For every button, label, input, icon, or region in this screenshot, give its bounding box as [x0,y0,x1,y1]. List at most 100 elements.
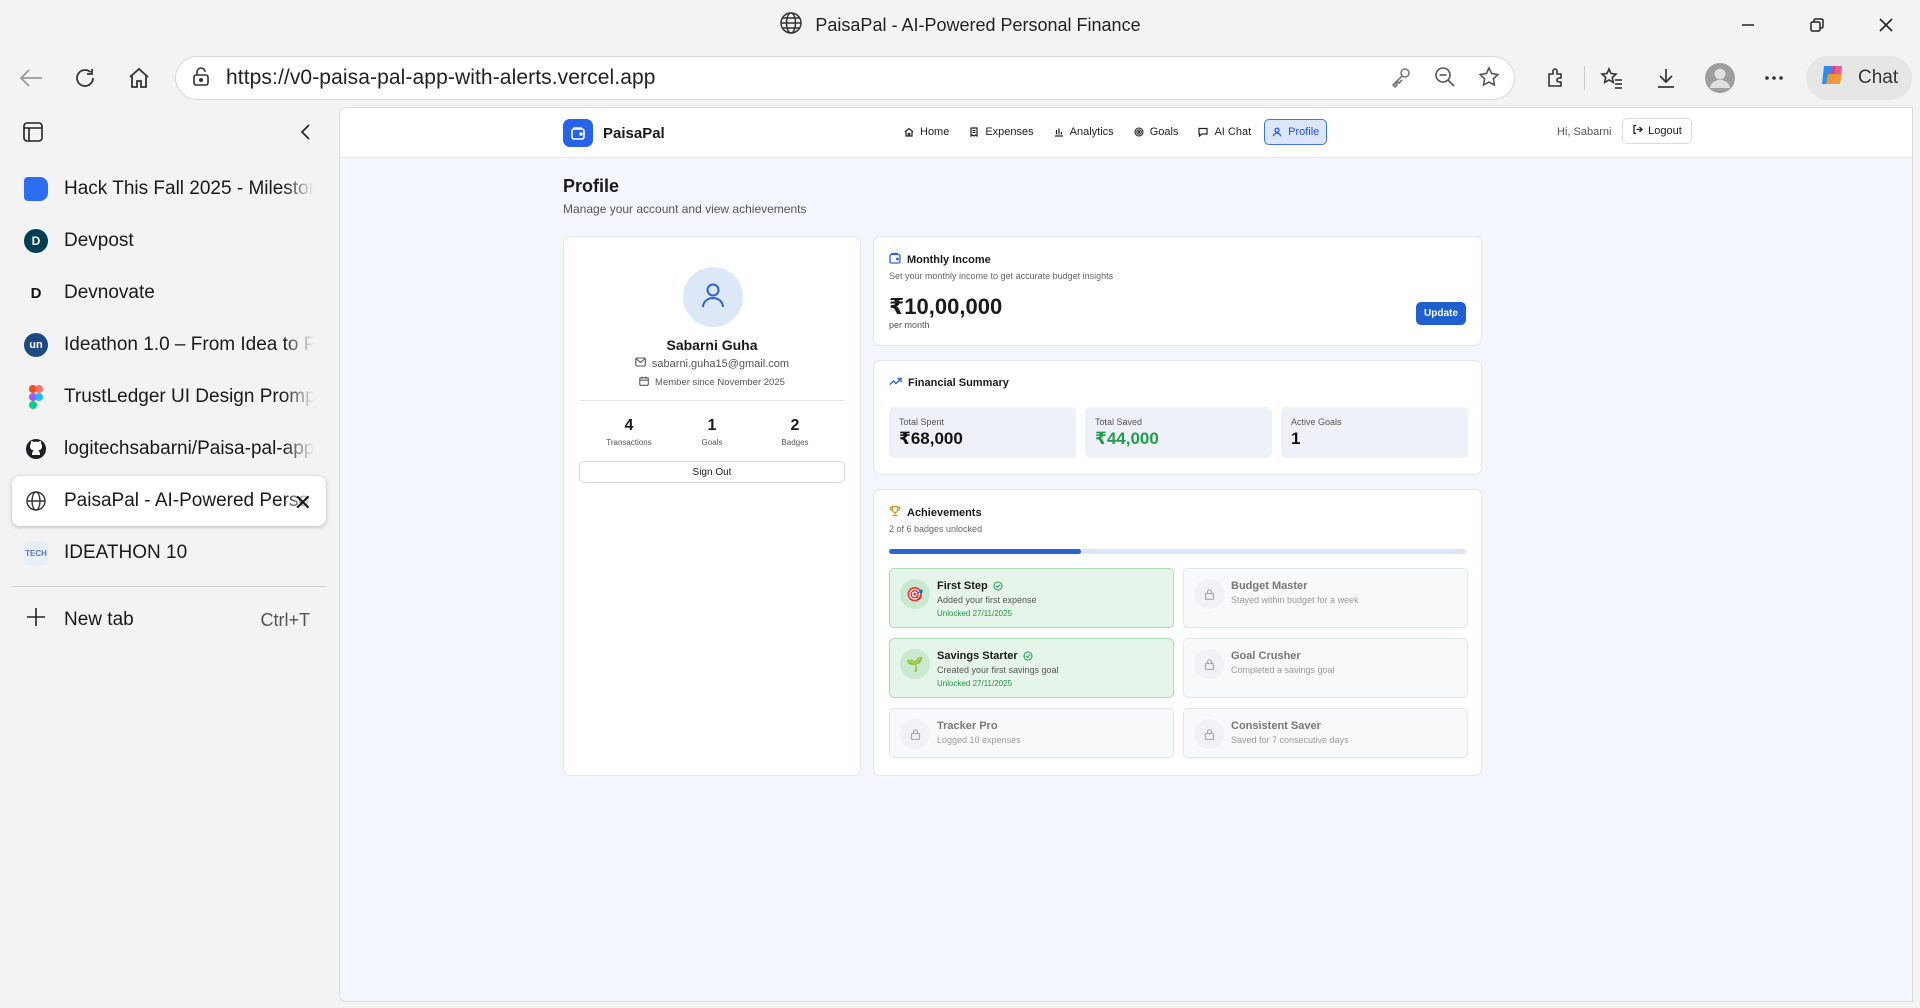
github-icon [24,437,48,461]
home-button[interactable] [112,56,166,100]
mail-icon [635,357,646,370]
plus-icon [24,605,48,635]
url-text: https://v0-paisa-pal-app-with-alerts.ver… [226,66,656,89]
nav-goals[interactable]: Goals [1127,119,1186,145]
badge-title: Tracker Pro [937,720,998,732]
summary-stat: Total Spent ₹68,000 [889,407,1076,458]
sidebar-tab[interactable]: D Devpost [12,216,326,266]
user-icon [1272,127,1282,137]
globe-icon [24,489,48,513]
tab-title: Devnovate [64,282,155,303]
tab-title: logitechsabarni/Paisa-pal-app [64,438,314,459]
window-titlebar: PaisaPal - AI-Powered Personal Finance [0,0,1920,50]
collapse-sidebar-icon[interactable] [296,122,316,147]
new-tab-button[interactable]: New tab Ctrl+T [12,595,326,645]
profile-name: Sabarni Guha [666,337,758,353]
badge-title: Goal Crusher [1231,650,1301,662]
brand[interactable]: PaisaPal [563,119,665,147]
seedling-icon: 🌱 [900,649,930,679]
web-page: PaisaPal Home Expenses Analytics Goals AI Ch… [339,107,1913,1002]
downloads-icon[interactable] [1639,56,1693,100]
nav-profile[interactable]: Profile [1264,119,1328,145]
income-amount: ₹10,00,000 [889,294,1003,319]
favorites-icon[interactable] [1585,56,1639,100]
stat-value: 2 [790,417,800,434]
copilot-icon [1818,60,1848,96]
figma-icon [24,385,48,409]
tab-title: Ideathon 1.0 – From Idea to Pr [64,334,314,355]
tab-title: Devpost [64,230,134,251]
favorite-star-icon[interactable] [1478,65,1500,93]
badge-description: Stayed within budget for a week [1231,595,1359,605]
sidebar-tab[interactable]: PaisaPal - AI-Powered Perso ✕ [12,476,326,526]
minimize-button[interactable] [1713,0,1782,50]
profile-avatar-icon[interactable] [1693,56,1747,100]
extensions-icon[interactable] [1530,56,1584,100]
nav-label: Profile [1288,126,1320,138]
lock-icon [1194,649,1224,679]
stat-value: 4 [624,417,634,434]
avatar [683,267,743,327]
close-window-button[interactable] [1851,0,1920,50]
badge-title-row: Budget Master [1231,580,1307,592]
copilot-chat-button[interactable]: Chat [1806,56,1912,100]
new-tab-shortcut: Ctrl+T [260,609,311,630]
stat-label: Transactions [606,438,652,447]
devnovate-icon: D [30,284,42,302]
zoom-out-icon[interactable] [1434,66,1456,93]
achievements-subtitle: 2 of 6 badges unlocked [889,524,983,534]
nav-ai-chat[interactable]: AI Chat [1191,119,1258,145]
tech-icon: TECH [24,541,48,565]
achievements-card: Achievements 2 of 6 badges unlocked 🎯 Fir… [873,489,1482,776]
back-button[interactable] [4,56,58,100]
address-bar[interactable]: https://v0-paisa-pal-app-with-alerts.ver… [175,56,1515,100]
update-income-button[interactable]: Update [1416,302,1466,325]
sidebar-tab[interactable]: TrustLedger UI Design Prompt [12,372,326,422]
nav-analytics[interactable]: Analytics [1047,119,1121,145]
window-title: PaisaPal - AI-Powered Personal Finance [815,14,1141,35]
sidebar-tab[interactable]: logitechsabarni/Paisa-pal-app [12,424,326,474]
receipt-icon [969,127,979,137]
restore-button[interactable] [1782,0,1851,50]
nav-label: Goals [1149,126,1179,138]
badge-unlocked-date: Unlocked 27/11/2025 [937,609,1013,618]
close-tab-icon[interactable]: ✕ [294,490,312,516]
summary-stat: Total Saved ₹44,000 [1085,407,1272,458]
tab-title: PaisaPal - AI-Powered Perso [64,490,310,511]
trophy-icon [889,505,901,520]
nav-home[interactable]: Home [897,119,956,145]
profile-stat: 4 Transactions [599,417,659,447]
achievement-badge: Goal Crusher Completed a savings goal [1183,638,1468,698]
globe-icon [779,11,803,40]
page-subtitle: Manage your account and view achievement… [563,202,807,216]
achievement-badge: Consistent Saver Saved for 7 consecutive … [1183,708,1468,758]
nav-expenses[interactable]: Expenses [962,119,1040,145]
chat-icon [1198,127,1209,137]
sidebar-tab[interactable]: un Ideathon 1.0 – From Idea to Pr [12,320,326,370]
key-icon[interactable] [1390,66,1412,93]
site-info-icon[interactable] [190,65,212,92]
divider [579,400,845,401]
profile-stat: 1 Goals [682,417,742,447]
sidebar-tab[interactable]: Hack This Fall 2025 - Milestone [12,164,326,214]
nav-label: Expenses [985,126,1034,138]
monthly-income-subtitle: Set your monthly income to get accurate … [889,271,1114,281]
brand-name: PaisaPal [603,124,665,142]
logout-button[interactable]: Logout [1622,118,1692,144]
badge-title: First Step [937,580,988,592]
sign-out-button[interactable]: Sign Out [579,461,845,483]
achievement-badge: Tracker Pro Logged 10 expenses [889,708,1174,758]
achievement-badge: 🎯 First Step Added your first expense Unloc… [889,568,1174,628]
home-icon [904,127,914,137]
badge-unlocked-date: Unlocked 27/11/2025 [937,679,1013,688]
target-emoji-icon: 🎯 [900,579,930,609]
sidebar-tab[interactable]: TECH IDEATHON 10 [12,528,326,578]
tab-title: TrustLedger UI Design Prompt [64,386,314,407]
tab-actions-icon[interactable] [22,121,44,148]
refresh-button[interactable] [58,56,112,100]
achievement-badge: 🌱 Savings Starter Created your first savin… [889,638,1174,698]
sidebar-tab[interactable]: D Devnovate [12,268,326,318]
check-circle-icon [1023,651,1033,661]
logout-label: Logout [1648,125,1682,137]
more-options-icon[interactable] [1747,56,1801,100]
